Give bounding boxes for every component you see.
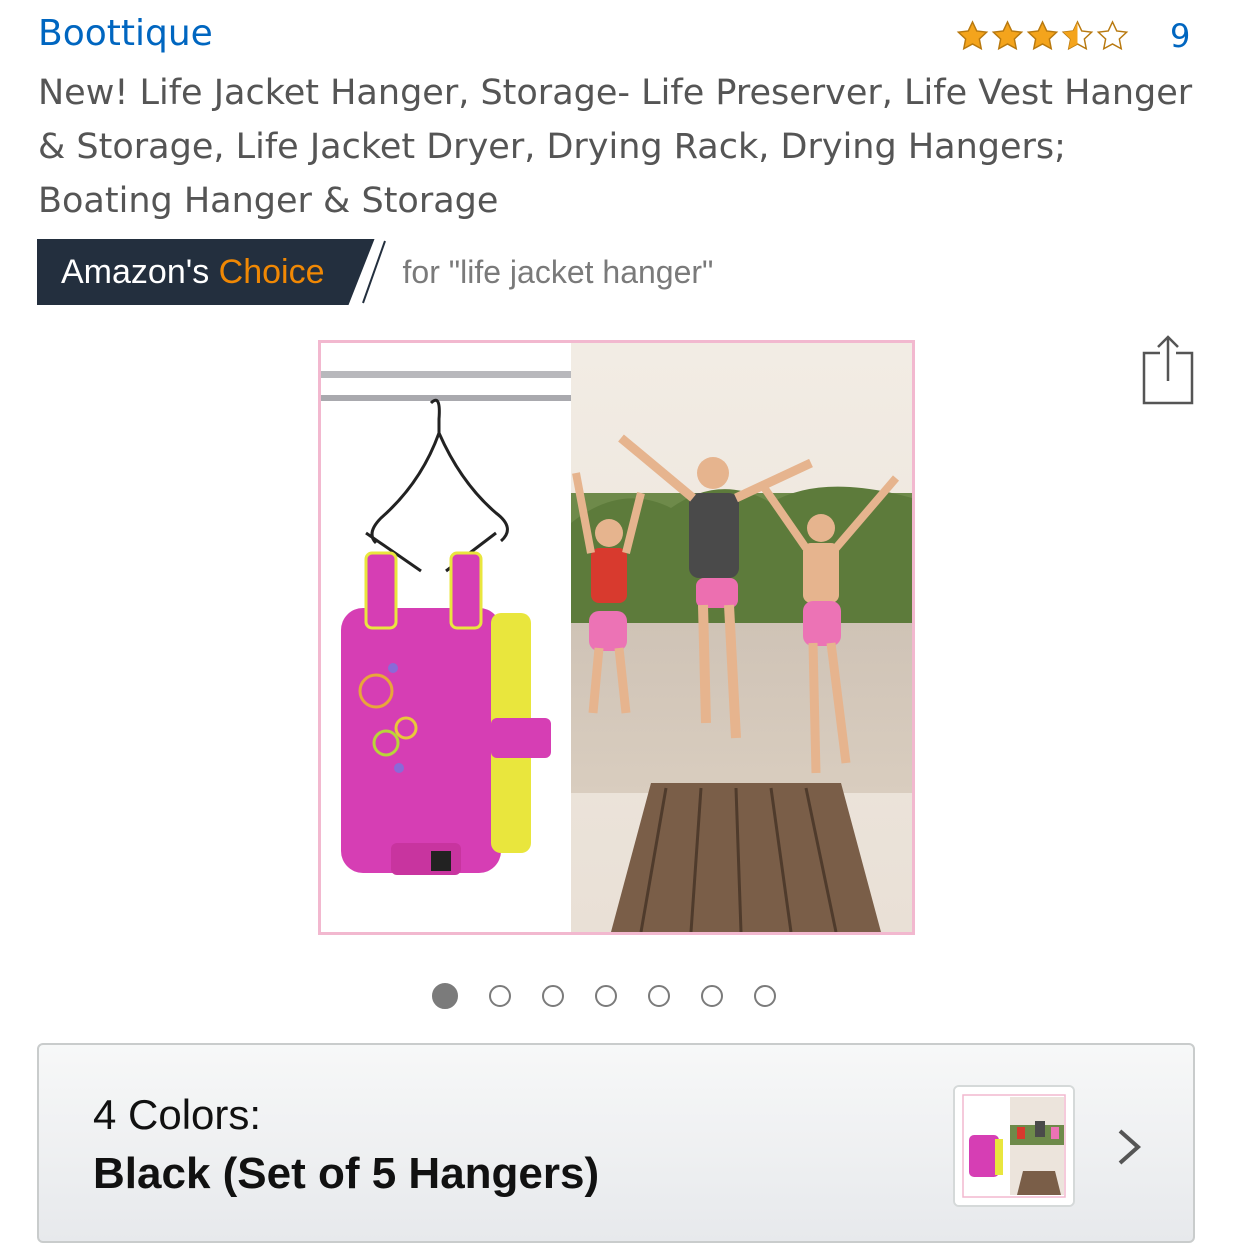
pagination-dot-active[interactable] <box>432 983 458 1009</box>
chevron-right-icon[interactable] <box>1114 1127 1144 1167</box>
star-icon <box>1026 19 1059 50</box>
product-photo-illustration <box>321 343 912 932</box>
badge-choice-text: Choice <box>218 252 325 291</box>
variation-thumbnail-image <box>955 1087 1073 1205</box>
pagination-dot[interactable] <box>648 985 670 1007</box>
badge-query-text: for "life jacket hanger" <box>402 253 714 290</box>
pagination-dot[interactable] <box>542 985 564 1007</box>
pagination-dot[interactable] <box>595 985 617 1007</box>
pagination-dot[interactable] <box>701 985 723 1007</box>
variation-label: 4 Colors: <box>93 1091 262 1138</box>
choice-badge-label: Amazon's Choice <box>37 239 375 305</box>
star-icon <box>991 19 1024 50</box>
amazons-choice-badge: Amazon's Choice for "life jacket hanger" <box>37 239 713 305</box>
pagination-dot[interactable] <box>489 985 511 1007</box>
variation-selected-value: Black (Set of 5 Hangers) <box>93 1149 600 1198</box>
image-pagination <box>432 983 776 1009</box>
variation-thumbnail[interactable] <box>953 1085 1075 1207</box>
badge-amazons-text: Amazon's <box>61 252 219 291</box>
color-variation-selector[interactable]: 4 Colors: Black (Set of 5 Hangers) <box>37 1043 1195 1243</box>
share-icon[interactable] <box>1140 333 1196 407</box>
pagination-dot[interactable] <box>754 985 776 1007</box>
product-image[interactable] <box>318 340 915 935</box>
brand-link[interactable]: Boottique <box>38 12 213 56</box>
product-title: New! Life Jacket Hanger, Storage- Life P… <box>38 73 1193 221</box>
rating-count[interactable]: 9 <box>1170 14 1190 58</box>
star-icon <box>956 19 989 50</box>
star-rating <box>955 19 1130 54</box>
rating-summary[interactable]: 9 <box>955 14 1190 58</box>
star-half-icon <box>1061 19 1094 50</box>
star-empty-icon <box>1096 19 1129 50</box>
